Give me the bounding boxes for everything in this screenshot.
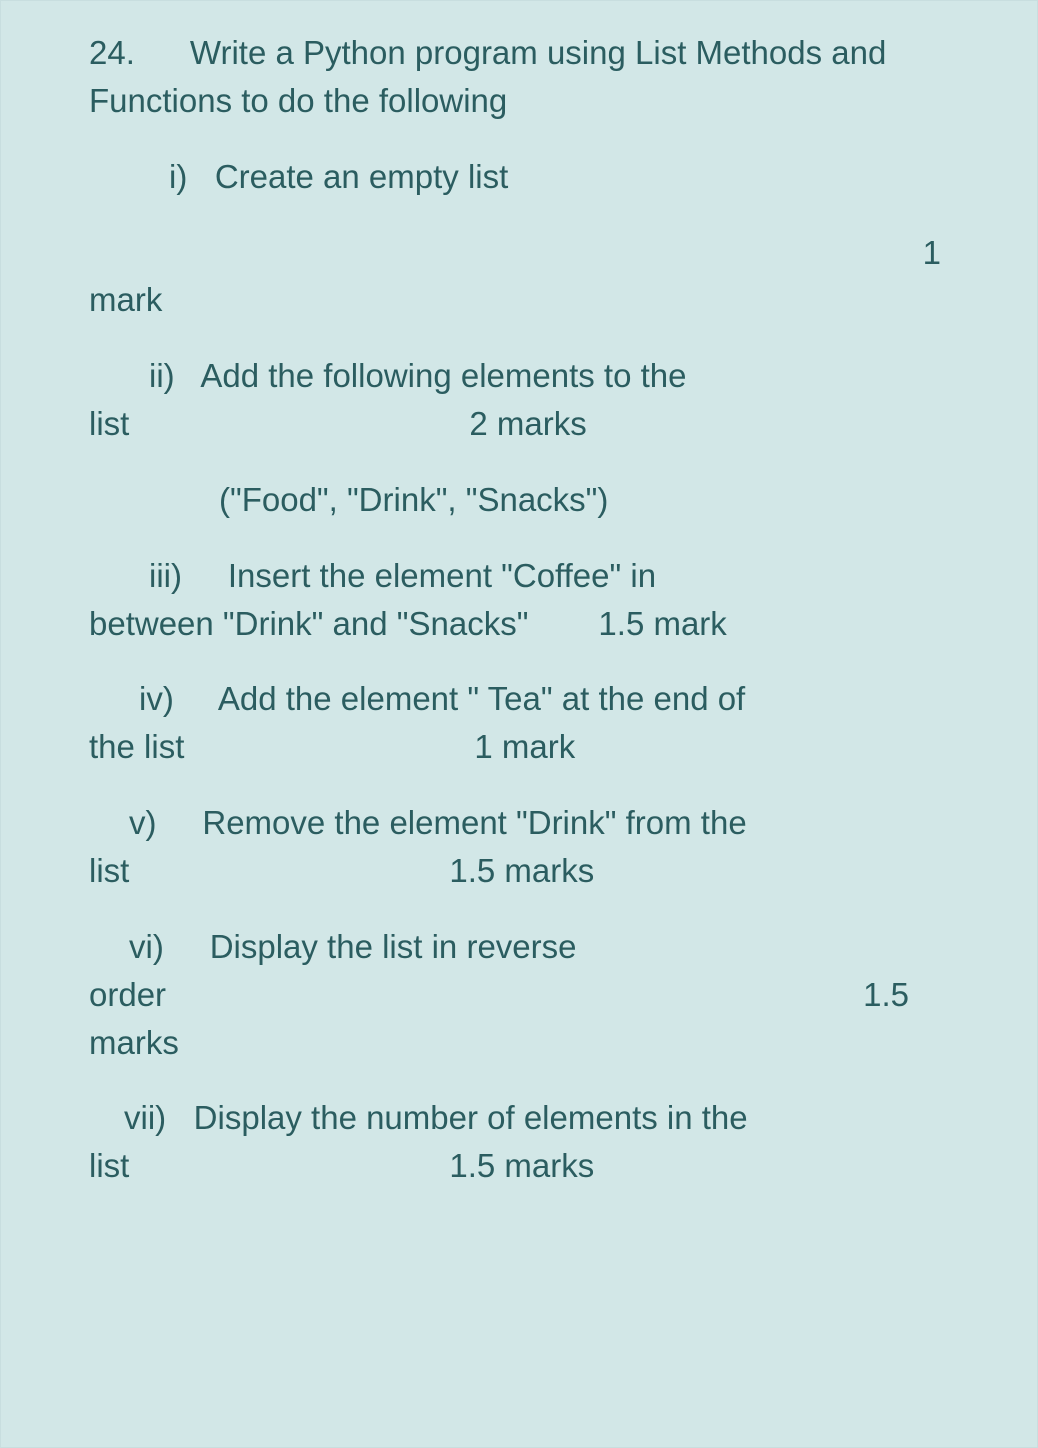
item-iv-text: Add the element " Tea" at the end of [218, 680, 745, 717]
item-iv: iv) Add the element " Tea" at the end of [29, 675, 1009, 723]
question-prompt: Write a Python program using List Method… [89, 34, 886, 119]
item-vi-marks: 1.5 [863, 971, 909, 1019]
item-i-text: Create an empty list [215, 158, 508, 195]
item-i-marks-word: mark [29, 276, 1009, 324]
item-iii-row2: between "Drink" and "Snacks" 1.5 mark [29, 600, 1009, 648]
item-iii-text-b: between "Drink" and "Snacks" [89, 600, 528, 648]
item-v: v) Remove the element "Drink" from the [29, 799, 1009, 847]
item-v-list-word: list [89, 847, 129, 895]
item-ii: ii) Add the following elements to the [29, 352, 1009, 400]
item-vii: vii) Display the number of elements in t… [29, 1094, 1009, 1142]
item-vii-list-word: list [89, 1142, 129, 1190]
item-vi: vi) Display the list in reverse [29, 923, 1009, 971]
item-iii-text-a: Insert the element "Coffee" in [228, 557, 656, 594]
item-iv-row2: the list 1 mark [29, 723, 1009, 771]
item-vi-row2: order 1.5 [29, 971, 1009, 1019]
item-iii-label: iii) [149, 557, 182, 594]
item-ii-marks: 2 marks [469, 400, 586, 448]
item-v-row2: list 1.5 marks [29, 847, 1009, 895]
item-vii-text: Display the number of elements in the [194, 1099, 748, 1136]
item-vii-marks: 1.5 marks [449, 1142, 594, 1190]
item-v-marks: 1.5 marks [449, 847, 594, 895]
item-vii-row2: list 1.5 marks [29, 1142, 1009, 1190]
item-iv-marks: 1 mark [474, 723, 575, 771]
question-card: 24. Write a Python program using List Me… [0, 0, 1038, 1448]
item-ii-marks-row: list 2 marks [29, 400, 1009, 448]
item-ii-list-word: list [89, 400, 129, 448]
item-vi-order-word: order [89, 971, 166, 1019]
item-ii-tuple: ("Food", "Drink", "Snacks") [29, 476, 1009, 524]
item-vii-label: vii) [124, 1099, 166, 1136]
item-iii: iii) Insert the element "Coffee" in [29, 552, 1009, 600]
item-ii-text: Add the following elements to the [200, 357, 686, 394]
question-number: 24. [89, 34, 135, 71]
item-v-text: Remove the element "Drink" from the [202, 804, 746, 841]
item-i-marks-number: 1 [29, 229, 1009, 277]
item-vi-text: Display the list in reverse [210, 928, 577, 965]
item-ii-label: ii) [149, 357, 175, 394]
item-v-label: v) [129, 804, 157, 841]
item-vi-label: vi) [129, 928, 164, 965]
item-vi-marks-word: marks [29, 1019, 1009, 1067]
item-i: i) Create an empty list [29, 153, 1009, 201]
item-i-label: i) [169, 158, 187, 195]
item-iv-the-list: the list [89, 723, 184, 771]
item-iv-label: iv) [139, 680, 174, 717]
question-heading: 24. Write a Python program using List Me… [29, 29, 1009, 125]
item-iii-marks: 1.5 mark [598, 600, 726, 648]
